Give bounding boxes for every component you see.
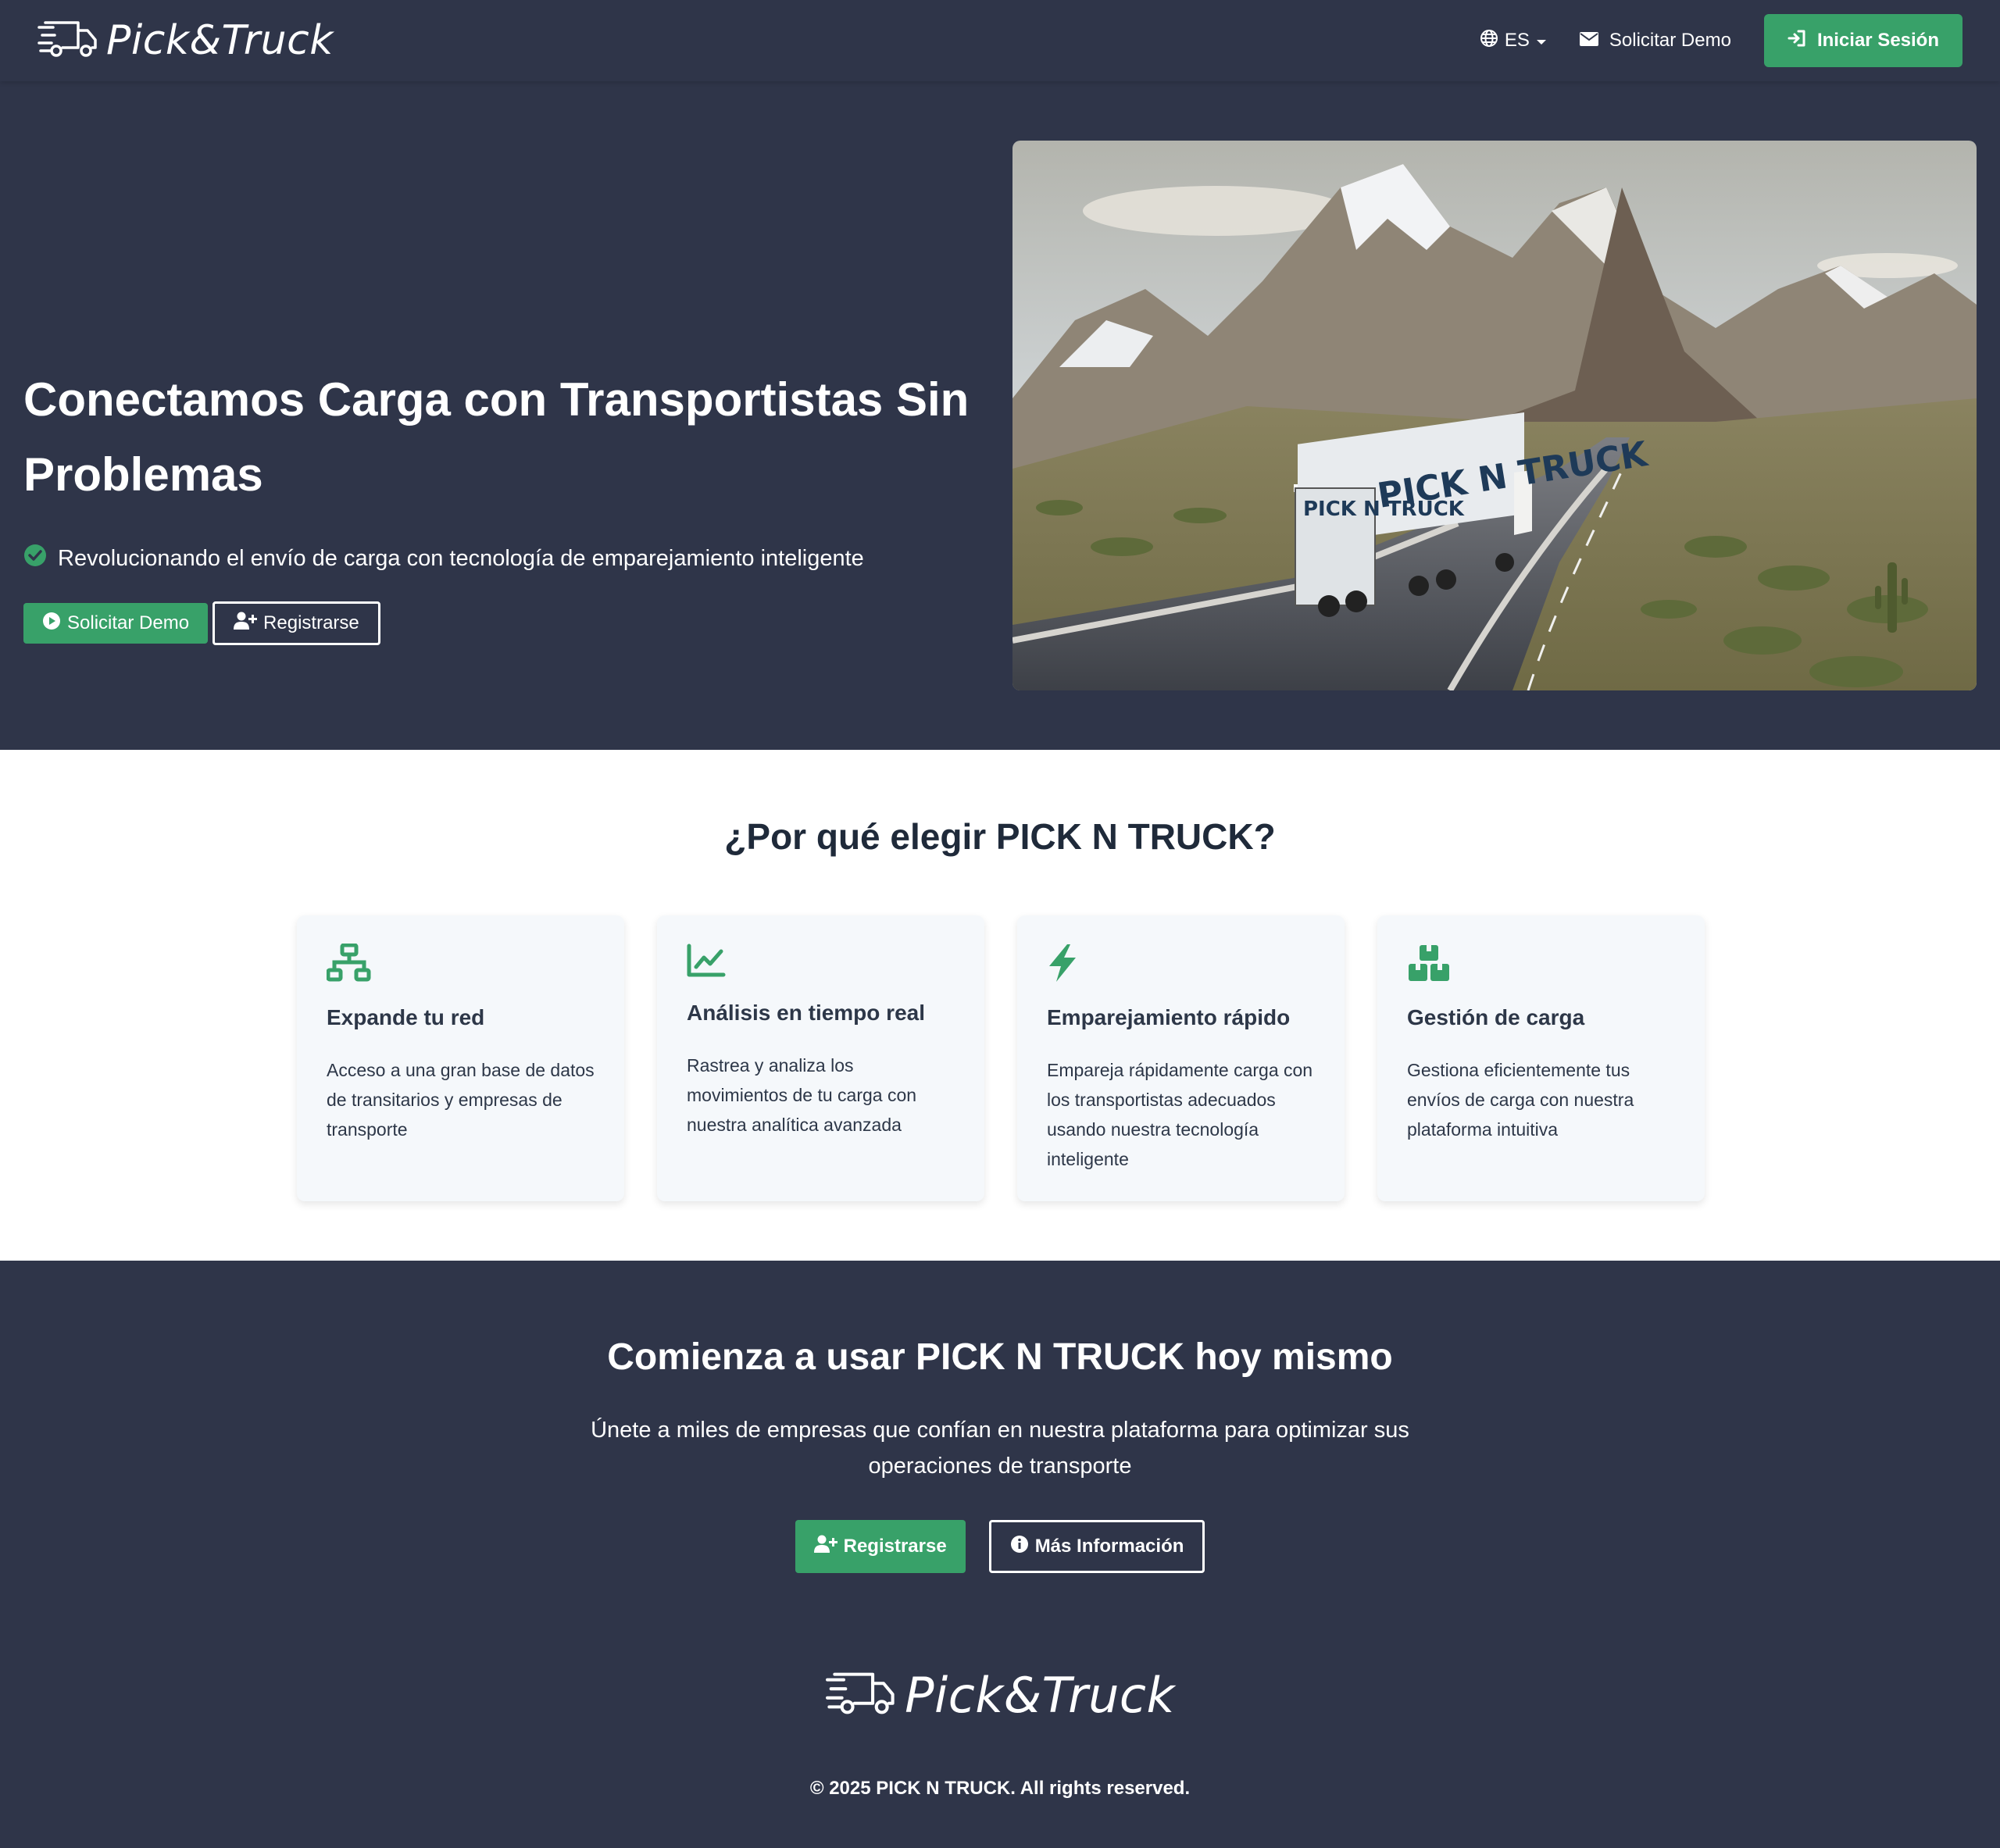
features-title: ¿Por qué elegir PICK N TRUCK? xyxy=(724,816,1276,857)
brand-logo[interactable]: Pick&Truck xyxy=(38,17,334,64)
hero-register-label: Registrarse xyxy=(263,612,359,633)
network-icon xyxy=(326,943,372,986)
feature-card: Gestión de carga Gestiona eficientemente… xyxy=(1377,915,1705,1201)
feature-card-text: Empareja rápidamente carga con los trans… xyxy=(1047,1060,1313,1169)
hero-register-button[interactable]: Registrarse xyxy=(212,601,380,645)
login-label: Iniciar Sesión xyxy=(1816,30,1939,51)
hero-request-demo-button[interactable]: Solicitar Demo xyxy=(23,603,209,644)
hero-subtitle-row: Revolucionando el envío de carga con tec… xyxy=(23,544,984,573)
copyright-text: © 2025 PICK N TRUCK. All rights reserved… xyxy=(809,1778,1191,1799)
chart-line-icon xyxy=(687,944,726,981)
hero-demo-label: Solicitar Demo xyxy=(67,612,190,633)
login-button[interactable]: Iniciar Sesión xyxy=(1763,14,1962,67)
user-plus-icon xyxy=(813,1535,838,1559)
boxes-icon xyxy=(1407,945,1451,986)
navbar: Pick&Truck ES Solicitar Demo Iniciar Ses… xyxy=(0,0,2000,81)
cta-title: Comienza a usar PICK N TRUCK hoy mismo xyxy=(607,1336,1393,1378)
language-selector[interactable]: ES xyxy=(1480,29,1547,53)
features-section: ¿Por qué elegir PICK N TRUCK? Expande tu… xyxy=(0,750,2000,1261)
feature-card-title: Expande tu red xyxy=(327,1005,485,1029)
globe-icon xyxy=(1480,29,1498,53)
feature-card-title: Análisis en tiempo real xyxy=(687,1001,925,1025)
user-plus-icon xyxy=(234,612,258,636)
cta-more-info-button[interactable]: Más Información xyxy=(988,1520,1205,1573)
hero-truck-mountain-image: PICK N TRUCK PICK N TRUCK xyxy=(1012,141,1977,690)
envelope-icon xyxy=(1579,30,1598,52)
hero-subtitle: Revolucionando el envío de carga con tec… xyxy=(58,545,864,571)
feature-card-text: Gestiona eficientemente tus envíos de ca… xyxy=(1407,1060,1634,1140)
language-label: ES xyxy=(1504,30,1530,51)
nav-demo-label: Solicitar Demo xyxy=(1609,30,1731,51)
brand-name: Pick&Truck xyxy=(106,17,334,64)
feature-card: Análisis en tiempo real Rastrea y analiz… xyxy=(657,915,984,1201)
feature-card-text: Acceso a una gran base de datos de trans… xyxy=(327,1060,595,1140)
hero-title: Conectamos Carga con Transportistas Sin … xyxy=(23,373,970,501)
check-circle-icon xyxy=(23,544,47,573)
caret-down-icon xyxy=(1536,30,1547,52)
feature-card: Emparejamiento rápido Empareja rápidamen… xyxy=(1017,915,1345,1201)
sign-in-icon xyxy=(1788,30,1806,52)
feature-card-title: Gestión de carga xyxy=(1407,1005,1585,1029)
feature-card: Expande tu red Acceso a una gran base de… xyxy=(297,915,624,1201)
cta-section: Comienza a usar PICK N TRUCK hoy mismo Ú… xyxy=(0,1261,2000,1848)
cta-subtitle: Únete a miles de empresas que confían en… xyxy=(591,1418,1409,1479)
info-circle-icon xyxy=(1010,1535,1029,1559)
cta-more-info-label: Más Información xyxy=(1034,1536,1184,1557)
bolt-icon xyxy=(1047,944,1078,986)
feature-card-title: Emparejamiento rápido xyxy=(1047,1005,1291,1029)
nav-request-demo-link[interactable]: Solicitar Demo xyxy=(1579,30,1731,52)
feature-card-text: Rastrea y analiza los movimientos de tu … xyxy=(687,1055,917,1135)
cta-register-button[interactable]: Registrarse xyxy=(795,1520,966,1573)
hero-section: Conectamos Carga con Transportistas Sin … xyxy=(0,81,2000,750)
footer-brand-logo: Pick&Truck xyxy=(0,1667,2000,1724)
cta-register-label: Registrarse xyxy=(843,1536,947,1557)
footer-brand-name: Pick&Truck xyxy=(905,1667,1175,1724)
truck-logo-icon xyxy=(38,20,98,62)
truck-logo-icon xyxy=(825,1671,897,1720)
play-circle-icon xyxy=(42,612,61,636)
